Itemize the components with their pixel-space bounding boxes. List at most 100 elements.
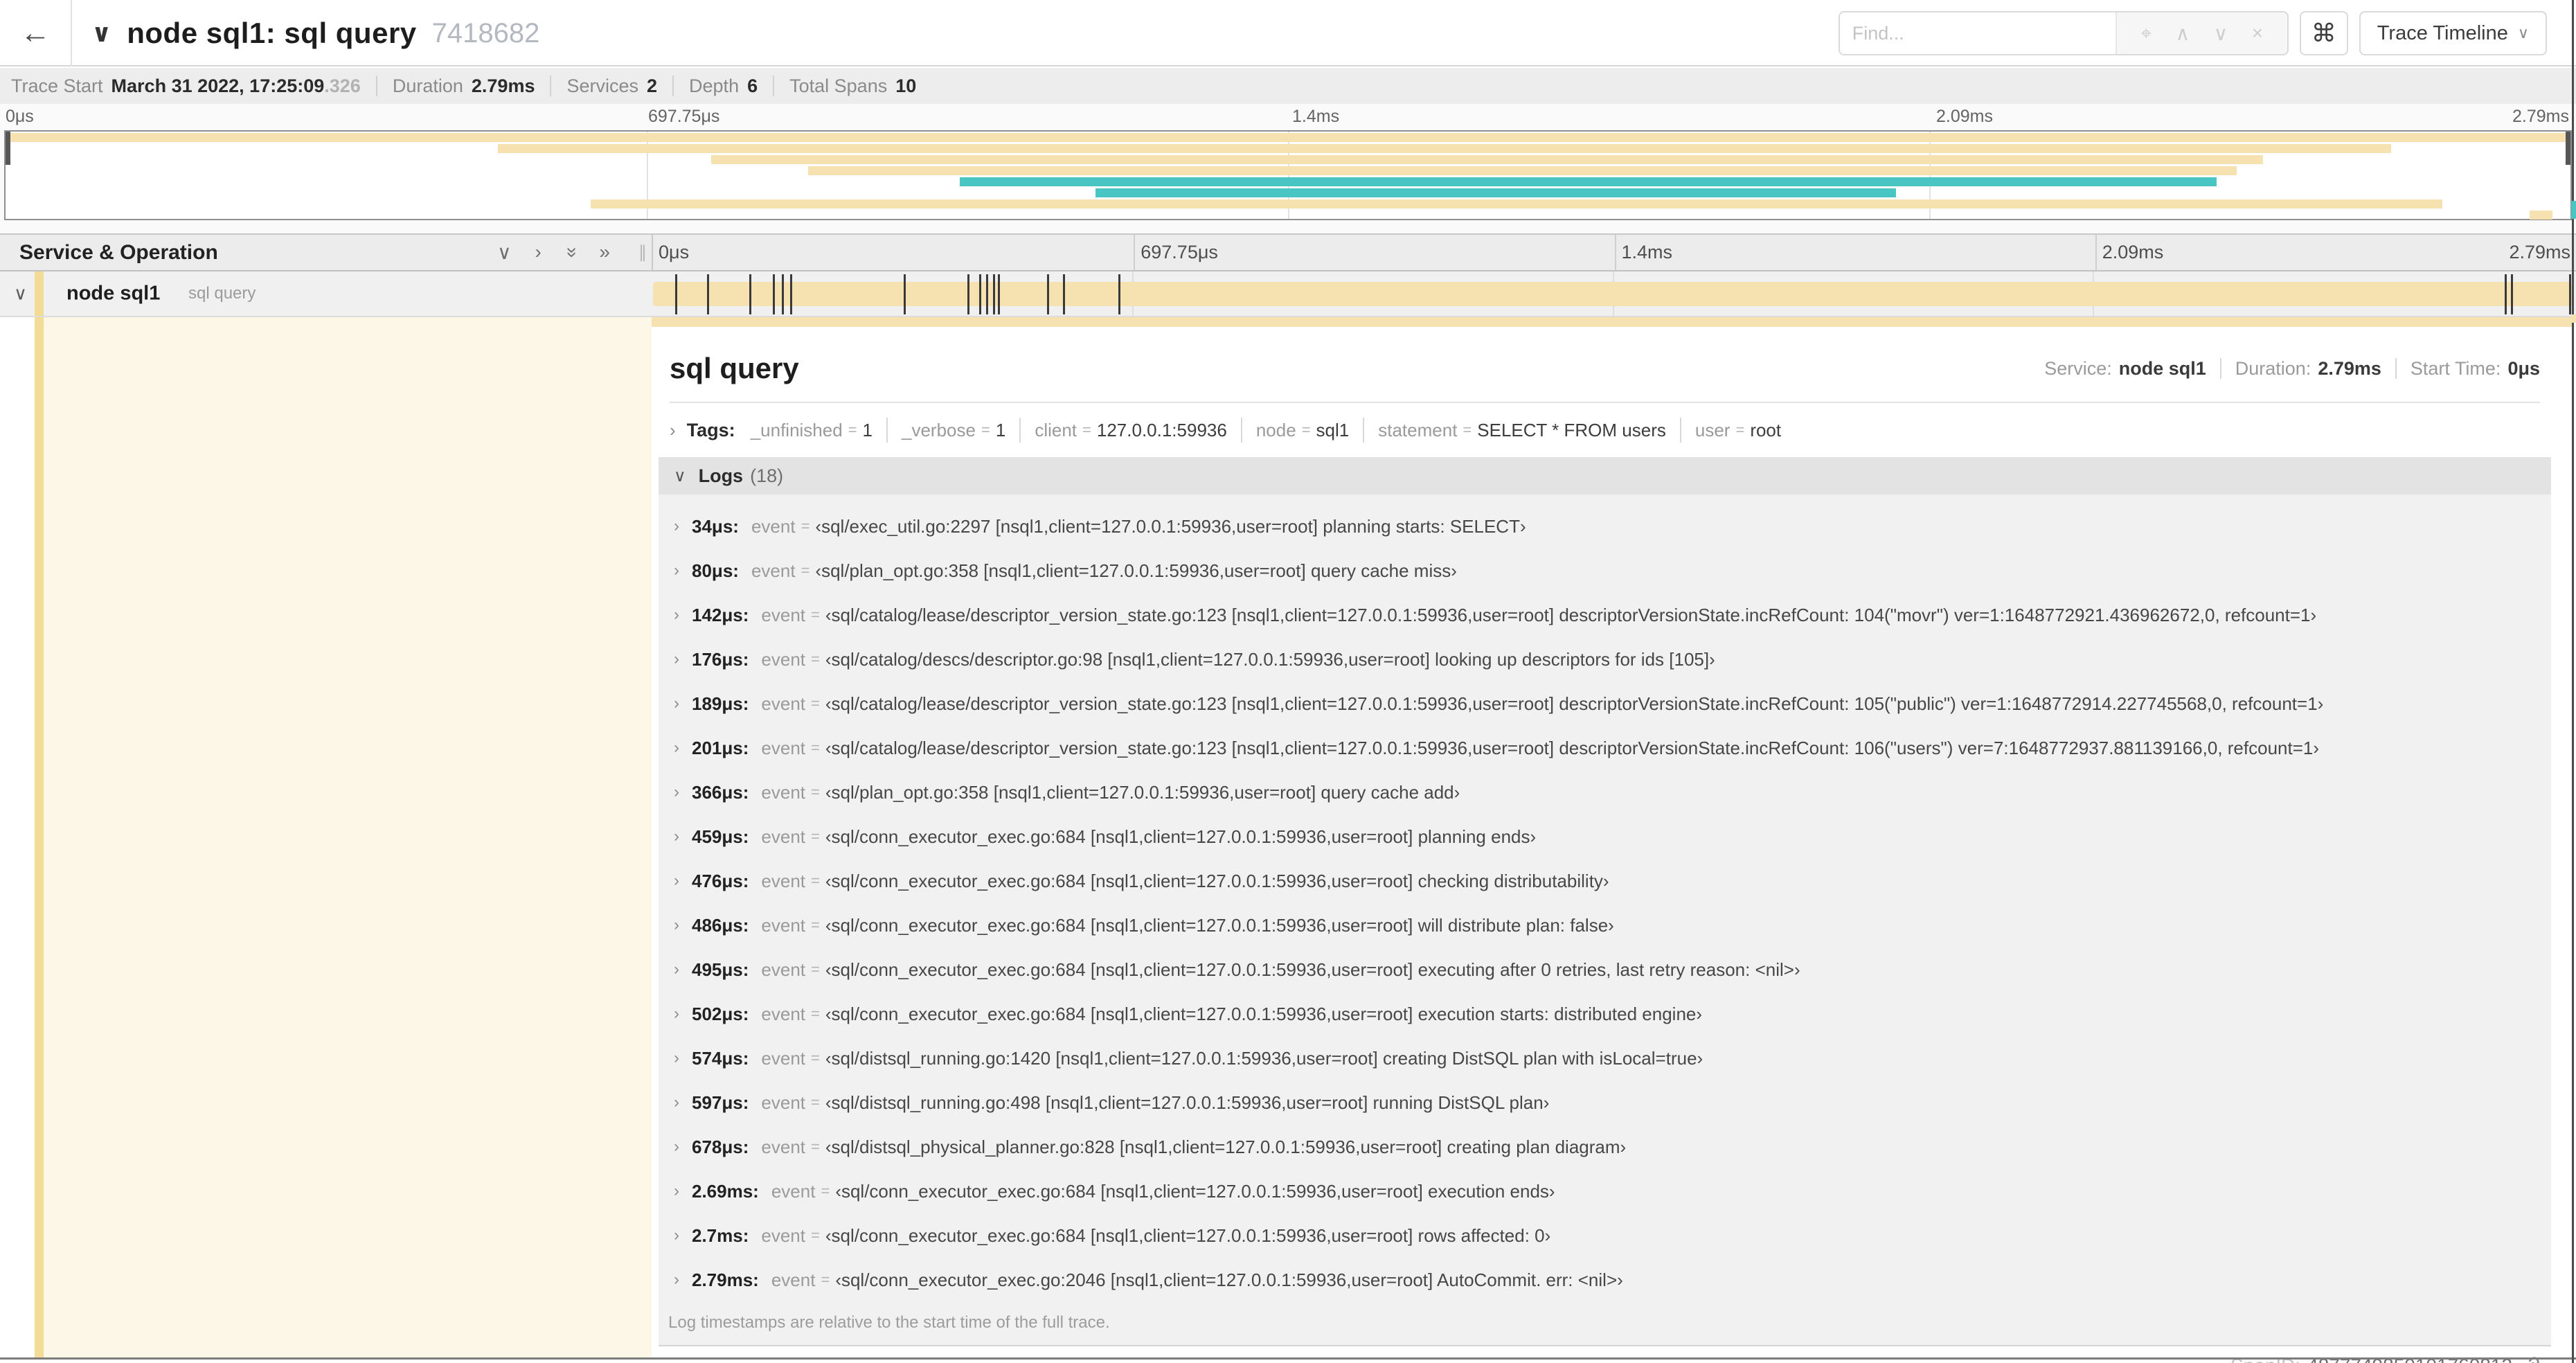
- log-expand-chevron-icon: ›: [674, 650, 679, 668]
- log-row[interactable]: › 80μs: event = ‹sql/plan_opt.go:358 [nsql1,…: [659, 549, 2551, 593]
- log-marker-tick: [706, 274, 709, 314]
- log-equals: =: [811, 1227, 820, 1244]
- trace-minimap-section: 0μs 697.75μs 1.4ms 2.09ms 2.79ms: [0, 104, 2576, 233]
- span-duration-bar[interactable]: [653, 282, 2572, 306]
- log-row[interactable]: › 495μs: event = ‹sql/conn_executor_exec.go:…: [659, 947, 2551, 992]
- detail-left-column: [44, 317, 652, 1359]
- log-row[interactable]: › 2.7ms: event = ‹sql/conn_executor_exec.go:…: [659, 1213, 2551, 1258]
- timeline-minimap[interactable]: [4, 130, 2572, 220]
- stat-item: Trace Start March 31 2022, 17:25:09.326: [11, 75, 361, 97]
- tag-separator: [886, 418, 888, 443]
- tags-row[interactable]: › Tags: _unfinished = 1 _verbose = 1 client = 127.…: [670, 414, 2540, 446]
- right-edge-tan-mark: [2571, 314, 2576, 323]
- stats-separator: [773, 75, 775, 96]
- locate-icon[interactable]: ⌖: [2140, 22, 2152, 45]
- log-row[interactable]: › 176μs: event = ‹sql/catalog/descs/descript…: [659, 637, 2551, 682]
- log-field-name: event: [751, 515, 796, 537]
- stat-item: Duration 2.79ms: [393, 75, 535, 97]
- log-field-name: event: [761, 648, 806, 670]
- log-field-name: event: [761, 1047, 806, 1069]
- log-expand-chevron-icon: ›: [674, 738, 679, 757]
- minimap-tick-label: 697.75μs: [648, 107, 720, 126]
- log-row[interactable]: › 366μs: event = ‹sql/plan_opt.go:358 [nsql1…: [659, 770, 2551, 814]
- log-equals: =: [811, 650, 820, 668]
- expand-one-icon[interactable]: ›: [535, 241, 542, 264]
- log-row[interactable]: › 201μs: event = ‹sql/catalog/lease/descript…: [659, 726, 2551, 770]
- log-row[interactable]: › 2.79ms: event = ‹sql/conn_executor_exec.go…: [659, 1258, 2551, 1302]
- next-match-icon[interactable]: ∨: [2214, 22, 2228, 45]
- log-field-name: event: [761, 1092, 806, 1113]
- span-bar-cell[interactable]: [652, 271, 2573, 316]
- log-row[interactable]: › 189μs: event = ‹sql/catalog/lease/descript…: [659, 682, 2551, 726]
- minimap-span-bar: [710, 155, 2263, 164]
- logs-list: › 34μs: event = ‹sql/exec_util.go:2297 [nsql…: [659, 495, 2551, 1345]
- log-row[interactable]: › 574μs: event = ‹sql/distsql_running.go:142…: [659, 1036, 2551, 1080]
- log-expand-chevron-icon: ›: [674, 1093, 679, 1112]
- log-equals: =: [811, 695, 820, 712]
- tag-equals: =: [1735, 421, 1745, 438]
- log-marker-tick: [749, 274, 752, 314]
- log-field-name: event: [761, 826, 806, 847]
- ruler-cell: 697.75μs: [1134, 235, 1614, 270]
- log-marker-tick: [2504, 274, 2507, 314]
- log-row[interactable]: › 678μs: event = ‹sql/distsql_physical_plann…: [659, 1125, 2551, 1169]
- span-detail-card: sql query Service: node sql1 Duration: 2.79…: [652, 327, 2558, 1363]
- trace-timeline-page: ← ∨ node sql1: sql query 7418682 ⌖ ∧ ∨ ×…: [0, 0, 2576, 1363]
- log-expand-chevron-icon: ›: [674, 1226, 679, 1245]
- log-row[interactable]: › 597μs: event = ‹sql/distsql_running.go:498…: [659, 1080, 2551, 1125]
- log-row[interactable]: › 2.69ms: event = ‹sql/conn_executor_exec.go…: [659, 1169, 2551, 1213]
- log-row[interactable]: › 459μs: event = ‹sql/conn_executor_exec.go:…: [659, 814, 2551, 859]
- ruler-tick-label: 0μs: [659, 242, 690, 262]
- log-marker-tick: [979, 274, 982, 314]
- tag-value: 1: [995, 419, 1006, 440]
- collapse-all-icon[interactable]: «: [559, 247, 582, 258]
- log-timestamp: 459μs:: [692, 826, 749, 847]
- log-field-name: event: [761, 781, 806, 803]
- minimap-left-drag-handle[interactable]: [6, 132, 10, 165]
- prev-match-icon[interactable]: ∧: [2176, 22, 2190, 45]
- log-row[interactable]: › 486μs: event = ‹sql/conn_executor_exec.go:…: [659, 903, 2551, 947]
- log-row[interactable]: › 34μs: event = ‹sql/exec_util.go:2297 [nsql…: [659, 504, 2551, 549]
- log-marker-tick: [1046, 274, 1049, 314]
- log-marker-tick: [986, 274, 989, 314]
- span-collapse-chevron-icon[interactable]: ∨: [14, 283, 27, 305]
- log-expand-chevron-icon: ›: [674, 1004, 679, 1023]
- log-field-name: event: [751, 560, 796, 581]
- span-row-node-sql1[interactable]: ∨ node sql1 sql query: [0, 271, 2576, 317]
- logs-header[interactable]: ∨ Logs (18): [659, 457, 2551, 495]
- expand-all-icon[interactable]: »: [599, 241, 610, 264]
- collapse-one-icon[interactable]: ∨: [497, 241, 512, 264]
- keyboard-shortcuts-button[interactable]: ⌘: [2299, 11, 2348, 55]
- clear-find-icon[interactable]: ×: [2252, 22, 2263, 44]
- log-equals: =: [811, 916, 820, 934]
- stat-value: 6: [747, 75, 758, 96]
- tag-item: statement = SELECT * FROM users: [1378, 420, 1666, 441]
- view-selector-button[interactable]: Trace Timeline ∨: [2359, 11, 2547, 55]
- minimap-right-drag-handle[interactable]: [2566, 132, 2570, 165]
- view-selector-label: Trace Timeline: [2377, 21, 2508, 44]
- log-expand-chevron-icon: ›: [674, 916, 679, 934]
- log-field-name: event: [761, 914, 806, 936]
- log-value: ‹sql/conn_executor_exec.go:2046 [nsql1,c…: [835, 1269, 1623, 1290]
- column-resizer-handle[interactable]: ∥: [634, 242, 652, 262]
- log-timestamp: 2.79ms:: [692, 1269, 759, 1290]
- log-value: ‹sql/catalog/lease/descriptor_version_st…: [825, 737, 2320, 758]
- timeline-bottom-border: [0, 1357, 2576, 1360]
- log-row[interactable]: › 502μs: event = ‹sql/conn_executor_exec.go:…: [659, 992, 2551, 1036]
- log-equals: =: [811, 1138, 820, 1155]
- header-controls: ⌖ ∧ ∨ × ⌘ Trace Timeline ∨: [1838, 11, 2547, 55]
- back-button[interactable]: ←: [0, 0, 72, 66]
- minimap-span-row: [6, 188, 2570, 198]
- log-marker-tick: [904, 274, 906, 314]
- tag-key: _verbose: [902, 419, 976, 440]
- stats-separator: [550, 75, 552, 96]
- minimap-span-bar: [2529, 211, 2553, 220]
- collapse-controls: ∨ › « »: [497, 241, 610, 264]
- trace-collapse-chevron-icon[interactable]: ∨: [91, 19, 111, 48]
- log-equals: =: [811, 1049, 820, 1067]
- log-row[interactable]: › 476μs: event = ‹sql/conn_executor_exec.go:…: [659, 859, 2551, 903]
- minimap-span-row: [6, 143, 2570, 154]
- find-input[interactable]: [1839, 12, 2116, 54]
- log-row[interactable]: › 142μs: event = ‹sql/catalog/lease/descript…: [659, 593, 2551, 637]
- ruler-tick-label: 697.75μs: [1141, 242, 1218, 262]
